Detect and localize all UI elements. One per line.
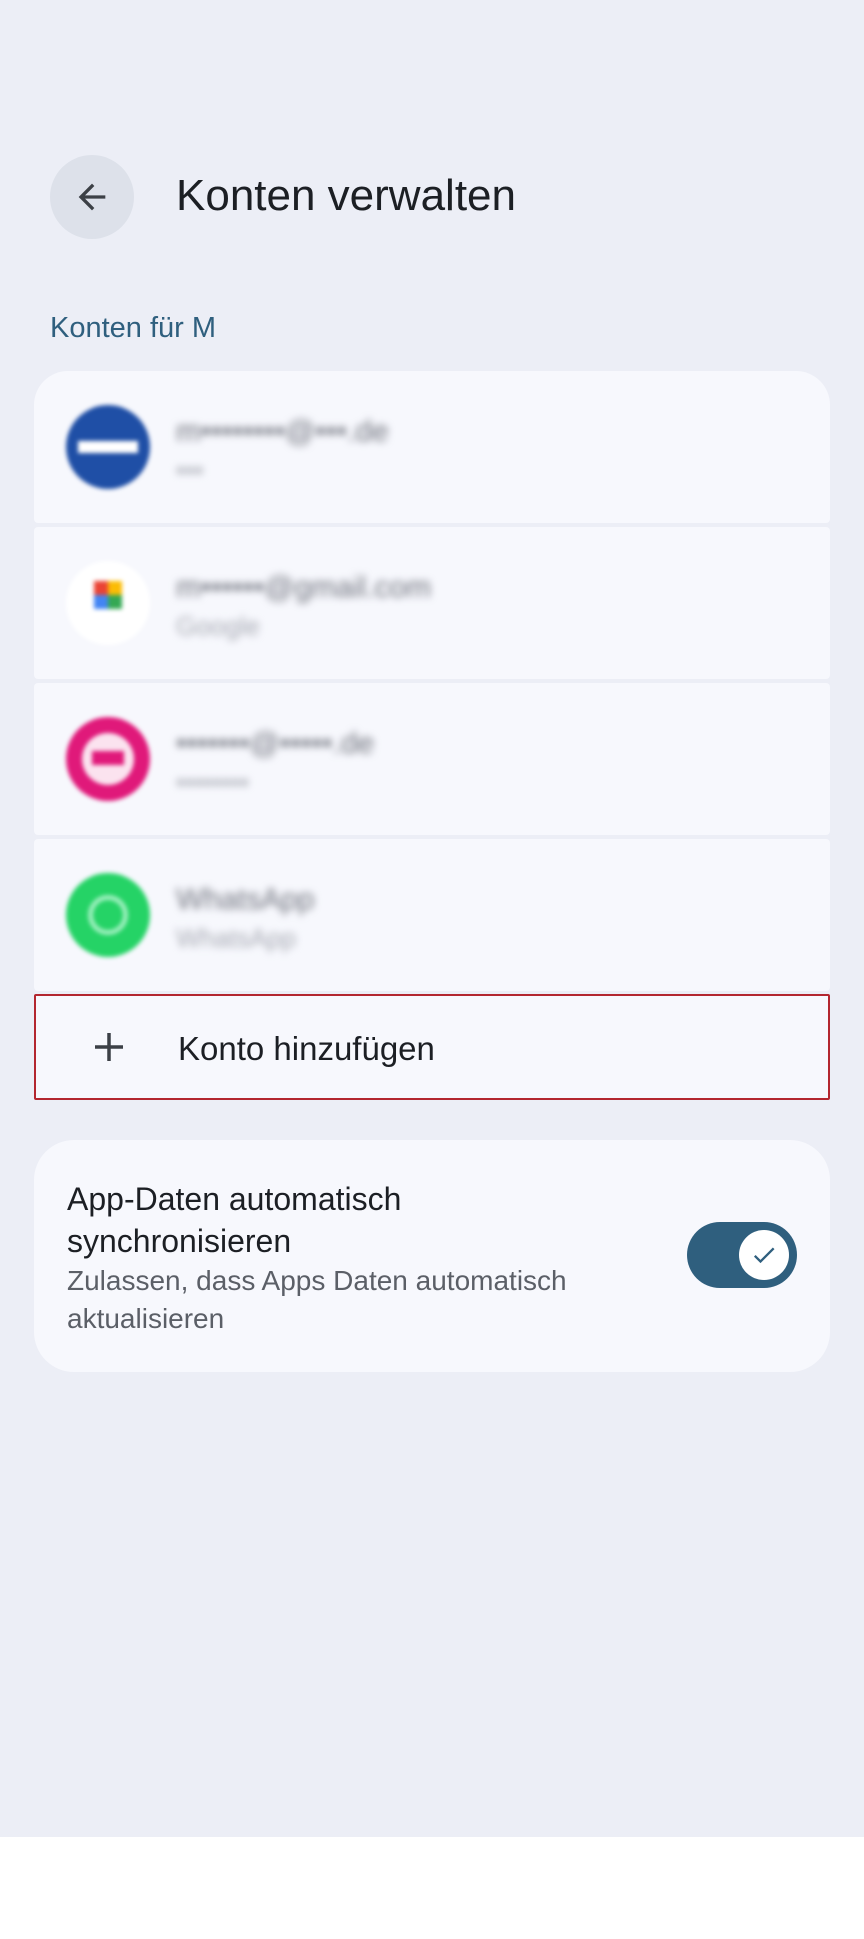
account-email: •••••••@•••••.de [176,727,375,760]
section-label: Konten für M [50,312,217,344]
back-button[interactable] [50,155,134,239]
account-provider: •••••••• [176,767,249,797]
google-icon [66,561,150,645]
account-provider: ••• [176,455,204,485]
auto-sync-description: Zulassen, dass Apps Daten automatisch ak… [67,1265,567,1334]
arrow-back-icon [78,183,106,211]
mail-provider-icon [66,405,150,489]
mail-provider-icon [66,717,150,801]
auto-sync-title: App-Daten automatisch synchronisieren [67,1181,402,1259]
toggle-knob [739,1230,789,1280]
account-provider: Google [176,611,260,641]
page-title: Konten verwalten [176,171,516,220]
add-account-button[interactable]: Konto hinzufügen [34,994,830,1100]
account-item[interactable]: m••••••@gmail.com Google [34,527,830,679]
whatsapp-icon [66,873,150,957]
account-email: m••••••@gmail.com [176,571,432,604]
account-item[interactable]: m••••••••@•••.de ••• [34,371,830,523]
account-email: m••••••••@•••.de [176,415,389,448]
plus-icon [95,1033,123,1061]
auto-sync-card[interactable]: App-Daten automatisch synchronisieren Zu… [34,1140,830,1372]
account-provider: WhatsApp [176,923,296,953]
settings-screen: Konten verwalten Konten für M m••••••••@… [0,0,864,1837]
account-item[interactable]: •••••••@•••••.de •••••••• [34,683,830,835]
auto-sync-toggle[interactable] [687,1222,797,1288]
account-email: WhatsApp [176,883,315,916]
check-icon [753,1247,775,1264]
add-account-label: Konto hinzufügen [178,1030,435,1067]
account-item[interactable]: WhatsApp WhatsApp [34,839,830,991]
